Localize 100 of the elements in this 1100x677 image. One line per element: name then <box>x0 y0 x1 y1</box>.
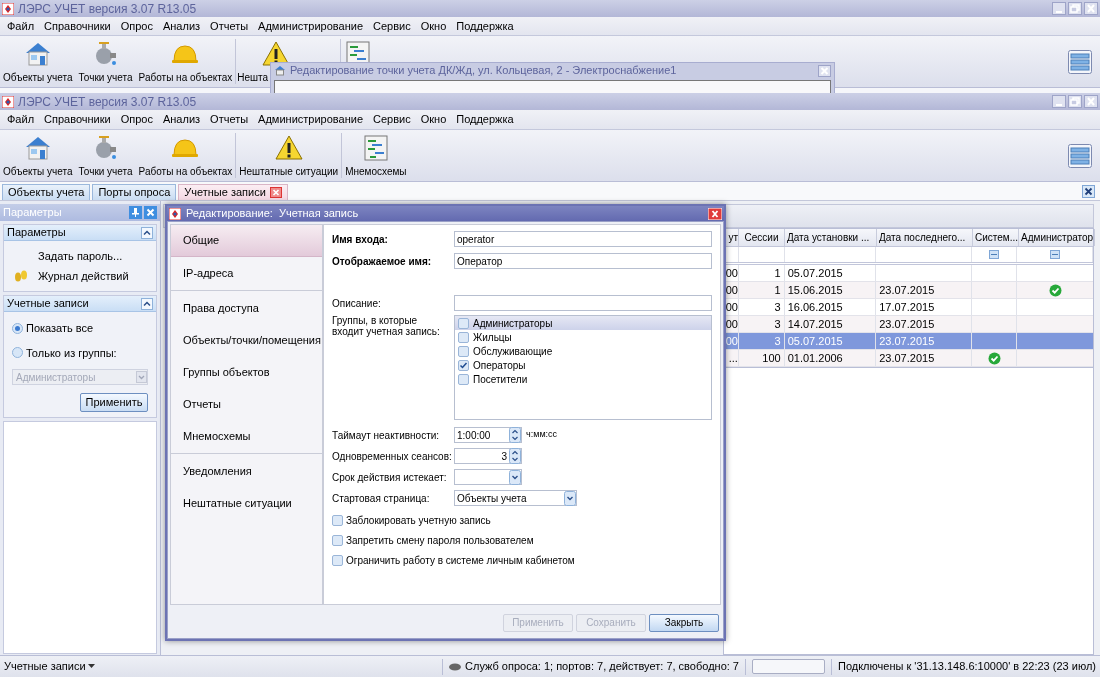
menu-item[interactable]: Сервис <box>368 17 416 35</box>
dialog-button[interactable]: Закрыть <box>649 613 719 632</box>
text-field[interactable]: Оператор <box>454 253 712 269</box>
column-header[interactable]: Дата установки ... <box>785 229 877 246</box>
toolbar-button[interactable]: Нешта <box>237 70 269 85</box>
menu-item[interactable]: Анализ <box>157 17 206 35</box>
layout-icon[interactable] <box>1068 49 1092 74</box>
nav-item[interactable]: Уведомления <box>171 455 322 487</box>
toolbar-button[interactable]: Точки учета <box>78 70 133 85</box>
dropdown-icon[interactable] <box>509 469 521 485</box>
filter-icon[interactable] <box>1049 250 1060 259</box>
text-field[interactable]: operator <box>454 231 712 247</box>
menu-item[interactable]: Анализ <box>157 111 206 128</box>
radio-button[interactable] <box>12 347 23 359</box>
group-item[interactable]: Жильцы <box>455 330 711 344</box>
checkbox[interactable] <box>332 534 343 546</box>
menu-item[interactable]: Файл <box>2 111 40 128</box>
column-header[interactable]: Сессии <box>739 229 785 246</box>
menu-item[interactable]: Поддержка <box>451 17 519 35</box>
group-item[interactable]: Администраторы <box>455 316 711 330</box>
nav-item[interactable]: Группы объектов <box>171 356 322 388</box>
tab[interactable]: Учетные записи <box>178 184 288 200</box>
menu-item[interactable]: Администрирование <box>253 17 368 35</box>
close-icon[interactable] <box>1082 185 1095 198</box>
description-field[interactable] <box>454 295 712 311</box>
apply-button[interactable]: Применить <box>80 393 148 412</box>
menu-item[interactable]: Справочники <box>39 17 116 35</box>
table-row[interactable]: 00 3 16.06.2015 17.07.2015 <box>724 299 1093 316</box>
caret-icon[interactable] <box>87 664 95 669</box>
checkbox[interactable] <box>458 373 469 385</box>
menu-item[interactable]: Опрос <box>115 111 158 128</box>
layout-icon[interactable] <box>1068 143 1092 168</box>
column-header[interactable]: Администратор <box>1019 229 1095 246</box>
restore-icon[interactable] <box>1068 2 1082 15</box>
tab[interactable]: Объекты учета <box>2 184 91 200</box>
spin-icon[interactable] <box>509 427 521 443</box>
toolbar-button[interactable]: Работы на объектах <box>138 164 233 179</box>
timeout-field[interactable]: 1:00:00 <box>454 427 522 443</box>
menu-item[interactable]: Отчеты <box>205 17 254 35</box>
nav-item[interactable]: Мнемосхемы <box>171 420 322 452</box>
menu-item[interactable]: Окно <box>415 17 452 35</box>
close-icon[interactable] <box>269 187 282 198</box>
expiry-field[interactable] <box>454 469 522 485</box>
nav-item[interactable]: Нештатные ситуации <box>171 487 322 519</box>
checkbox[interactable] <box>458 359 469 371</box>
column-header[interactable]: Дата последнего... <box>877 229 973 246</box>
menu-item[interactable]: Файл <box>2 17 40 35</box>
pin-icon[interactable] <box>129 206 142 219</box>
toolbar-button[interactable]: Объекты учета <box>3 164 73 179</box>
nav-item[interactable]: IP-адреса <box>171 257 322 289</box>
group-item[interactable]: Посетители <box>455 372 711 386</box>
toolbar-button[interactable]: Точки учета <box>78 164 133 179</box>
nav-item[interactable]: Объекты/точки/помещения <box>171 324 322 356</box>
table-row[interactable]: 00 3 14.07.2015 23.07.2015 <box>724 316 1093 333</box>
radio-button[interactable] <box>12 322 23 334</box>
table-cell: 1 <box>738 265 785 281</box>
checkbox[interactable] <box>332 514 343 526</box>
table-row[interactable]: ... 100 01.01.2006 23.07.2015 <box>724 350 1093 367</box>
filter-icon[interactable] <box>989 250 1000 259</box>
menu-item[interactable]: Справочники <box>39 111 116 128</box>
table-row[interactable]: 00 1 15.06.2015 23.07.2015 <box>724 282 1093 299</box>
section-header[interactable]: Учетные записи <box>4 296 156 312</box>
panel-link[interactable]: Задать пароль... <box>38 247 123 265</box>
menu-item[interactable]: Опрос <box>115 17 158 35</box>
menu-item[interactable]: Окно <box>415 111 452 128</box>
collapse-icon[interactable] <box>141 226 153 239</box>
field-label: Таймаут неактивности: <box>332 428 441 443</box>
window-title: Редактирование точки учета ДК/Жд, ул. Кольцевая, 2 - Электроснабжение1 <box>290 63 678 79</box>
column-header[interactable]: Систем... <box>973 229 1019 246</box>
restore-icon[interactable] <box>1068 95 1082 108</box>
checkbox[interactable] <box>458 331 469 343</box>
menu-item[interactable]: Отчеты <box>205 111 254 128</box>
checkbox[interactable] <box>458 345 469 357</box>
menu-item[interactable]: Сервис <box>368 111 416 128</box>
toolbar-button[interactable]: Нештатные ситуации <box>239 164 339 179</box>
start-page-select[interactable]: Объекты учета <box>454 490 577 506</box>
section-header[interactable]: Параметры <box>4 225 156 241</box>
group-item[interactable]: Операторы <box>455 358 711 372</box>
toolbar-button[interactable]: Работы на объектах <box>138 70 233 85</box>
nav-item[interactable]: Права доступа <box>171 292 322 324</box>
group-item[interactable]: Обслуживающие <box>455 344 711 358</box>
menu-item[interactable]: Поддержка <box>451 111 519 128</box>
table-cell-text: 23.07.2015 <box>879 316 935 332</box>
checkbox[interactable] <box>332 554 343 566</box>
toolbar-button[interactable]: Мнемосхемы <box>345 164 407 179</box>
sessions-field[interactable]: 3 <box>454 448 522 464</box>
nav-item[interactable]: Отчеты <box>171 388 322 420</box>
table-row[interactable]: 00 1 05.07.2015 <box>724 265 1093 282</box>
minimize-icon[interactable] <box>1052 95 1066 108</box>
tab[interactable]: Порты опроса <box>92 184 177 200</box>
nav-item[interactable]: Общие <box>171 225 322 257</box>
view-menu[interactable]: Учетные записи <box>4 658 86 675</box>
minimize-icon[interactable] <box>1052 2 1066 15</box>
collapse-icon[interactable] <box>141 297 153 310</box>
spin-icon[interactable] <box>509 448 521 464</box>
toolbar-button[interactable]: Объекты учета <box>3 70 73 85</box>
dropdown-icon[interactable] <box>564 490 576 506</box>
panel-link[interactable]: Журнал действий <box>38 267 129 285</box>
checkbox[interactable] <box>458 317 469 329</box>
menu-item[interactable]: Администрирование <box>253 111 368 128</box>
